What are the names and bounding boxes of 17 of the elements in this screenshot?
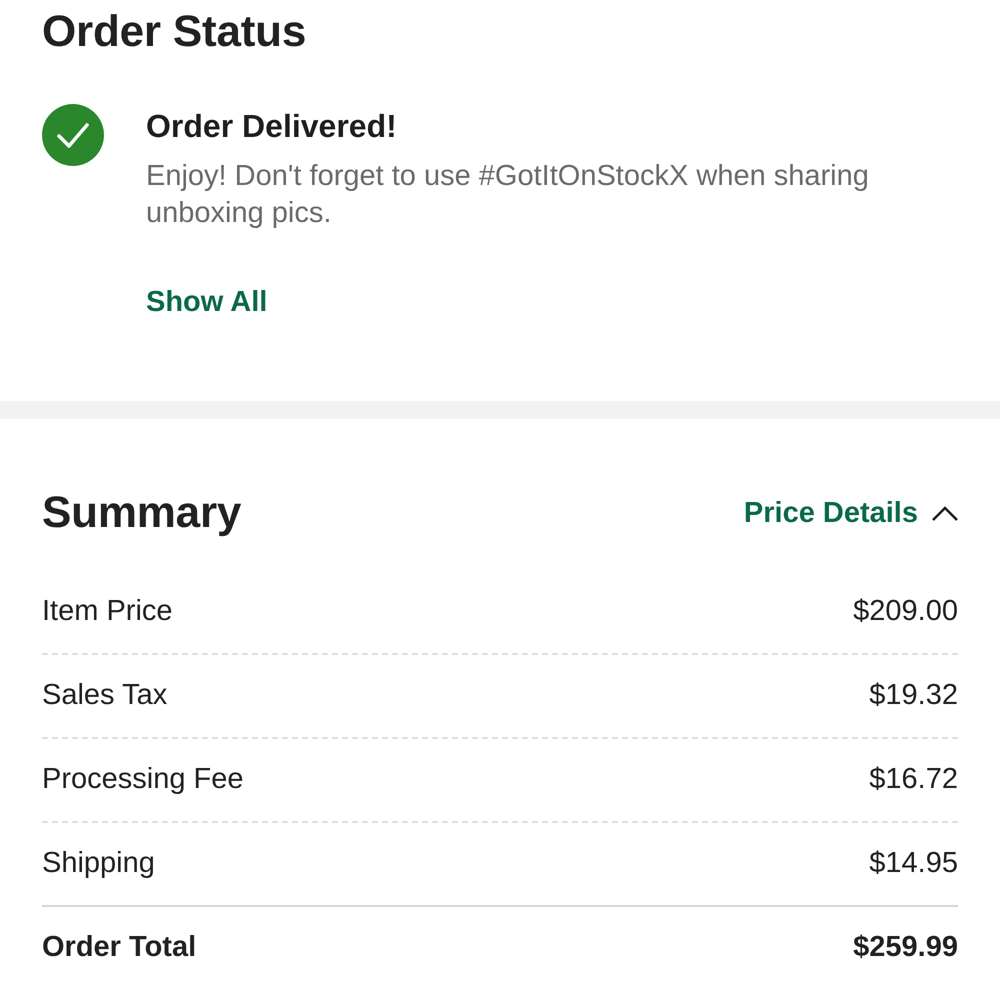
section-title: Order Status — [42, 6, 308, 58]
show-all-link[interactable]: Show All — [146, 284, 268, 321]
price-label: Processing Fee — [42, 762, 244, 797]
price-amount: $14.95 — [869, 846, 958, 881]
total-amount: $259.99 — [853, 930, 958, 965]
price-amount: $209.00 — [853, 594, 958, 629]
price-label: Shipping — [42, 846, 155, 881]
check-circle-icon — [42, 104, 104, 166]
price-details-button[interactable]: Price Details — [744, 494, 958, 532]
price-amount: $19.32 — [869, 678, 958, 713]
price-label: Sales Tax — [42, 678, 168, 713]
summary-title: Summary — [42, 487, 242, 539]
status-title: Order Delivered! — [146, 107, 398, 146]
status-message: Enjoy! Don't forget to use #GotItOnStockX when sharing unboxing pics. — [146, 159, 870, 231]
price-amount: $16.72 — [869, 762, 958, 797]
price-label: Item Price — [42, 594, 173, 629]
total-label: Order Total — [42, 930, 196, 965]
